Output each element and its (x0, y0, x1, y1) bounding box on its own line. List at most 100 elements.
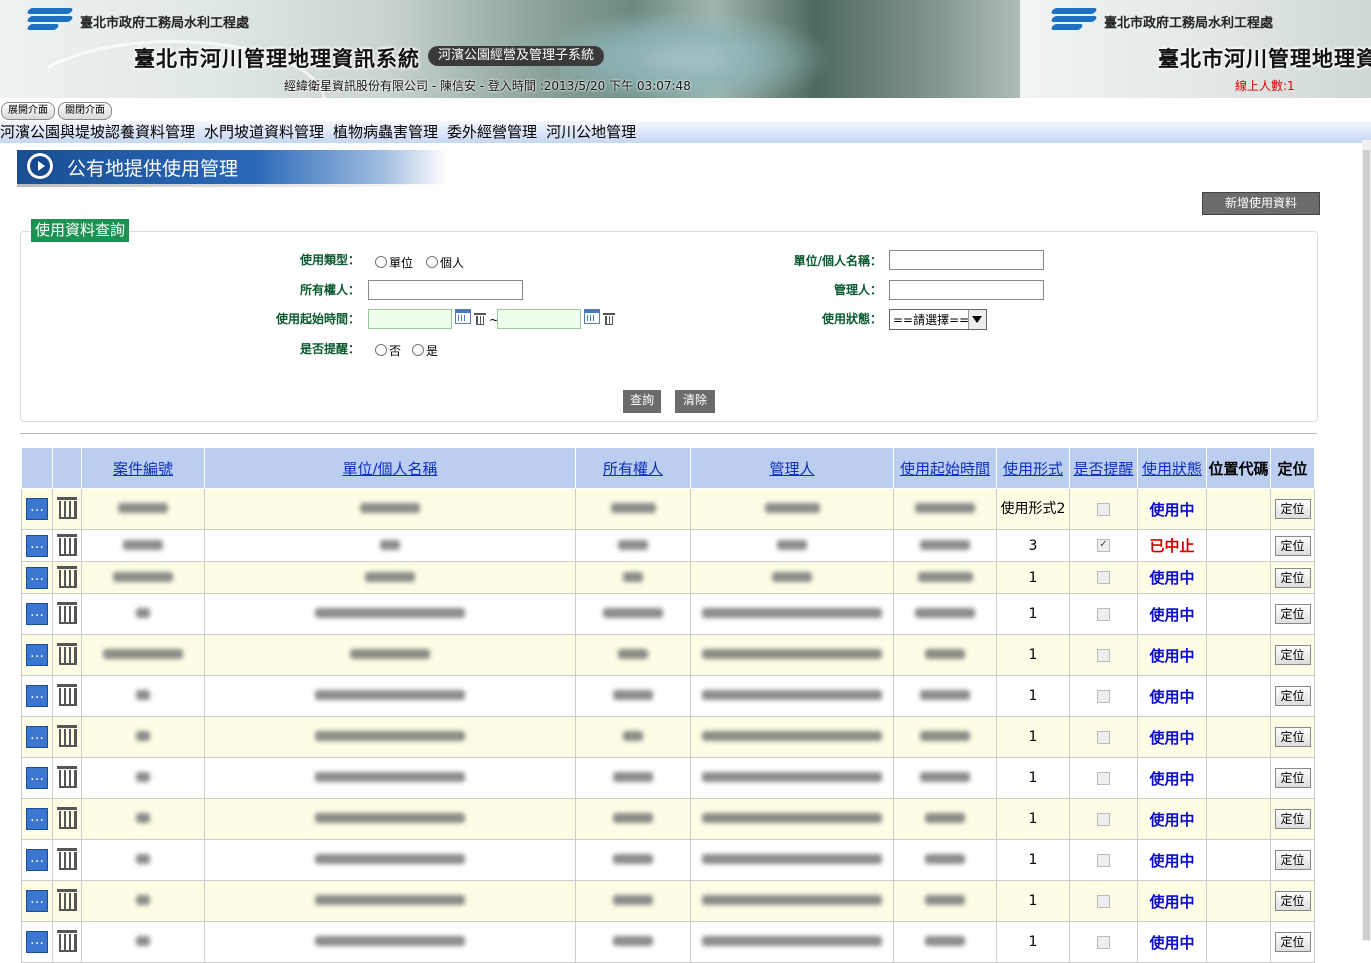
trash-icon[interactable] (56, 641, 78, 665)
trash-icon[interactable] (56, 600, 78, 624)
login-info: 經緯衛星資訊股份有限公司 - 陳信安 - 登入時間 :2013/5/20 下午 … (284, 79, 691, 93)
clear-button[interactable]: 清除 (675, 390, 715, 413)
locate-button[interactable]: 定位 (1274, 850, 1311, 870)
calendar-icon[interactable] (584, 309, 600, 324)
delete-cell (52, 716, 82, 758)
case-no-cell (81, 593, 205, 635)
collapse-ui-button[interactable]: 關閉介面 (58, 102, 112, 120)
start-time-cell (893, 839, 997, 881)
col-manager[interactable]: 管理人 (690, 447, 894, 489)
menu-item-park-adoption[interactable]: 河濱公園與堤坡認養資料管理 (0, 121, 195, 143)
remind-radio-no[interactable]: 否 (375, 342, 401, 359)
trash-icon[interactable] (56, 564, 78, 588)
form-cell: 1 (996, 716, 1070, 758)
remind-cell (1069, 634, 1138, 676)
clear-date-icon[interactable] (603, 313, 615, 325)
more-icon[interactable]: … (26, 644, 48, 666)
more-icon[interactable]: … (26, 534, 48, 557)
more-icon[interactable]: … (26, 685, 48, 707)
more-icon[interactable]: … (26, 603, 48, 625)
expand-ui-button[interactable]: 展開介面 (1, 102, 55, 120)
manager-input[interactable] (889, 280, 1044, 300)
locate-button[interactable]: 定位 (1274, 932, 1311, 952)
col-name[interactable]: 單位/個人名稱 (204, 447, 576, 489)
locate-button[interactable]: 定位 (1274, 809, 1311, 829)
name-input[interactable] (889, 250, 1044, 270)
locate-button[interactable]: 定位 (1274, 891, 1311, 911)
col-owner[interactable]: 所有權人 (575, 447, 691, 489)
trash-icon[interactable] (56, 723, 78, 747)
edit-cell: … (21, 593, 53, 635)
start-date-to[interactable] (497, 309, 581, 329)
name-cell (204, 593, 576, 635)
delete-cell (52, 798, 82, 840)
more-icon[interactable]: … (26, 726, 48, 748)
col-delete (52, 447, 82, 489)
more-icon[interactable]: … (26, 566, 48, 589)
col-status[interactable]: 使用狀態 (1137, 447, 1207, 489)
locate-button[interactable]: 定位 (1274, 499, 1311, 519)
col-locate: 定位 (1270, 447, 1315, 489)
trash-icon[interactable] (56, 532, 78, 556)
menu-item-outsourcing[interactable]: 委外經營管理 (447, 121, 537, 143)
manager-cell (690, 561, 894, 594)
locate-button[interactable]: 定位 (1274, 645, 1311, 665)
locate-button[interactable]: 定位 (1274, 686, 1311, 706)
trash-icon[interactable] (56, 805, 78, 829)
more-icon[interactable]: … (26, 808, 48, 830)
trash-icon[interactable] (56, 495, 78, 519)
clear-date-icon[interactable] (474, 313, 486, 325)
locate-button[interactable]: 定位 (1274, 567, 1311, 588)
col-case-no[interactable]: 案件編號 (81, 447, 205, 489)
locate-button[interactable]: 定位 (1274, 604, 1311, 624)
manager-cell (690, 921, 894, 963)
menu-item-river-public-land[interactable]: 河川公地管理 (546, 121, 636, 143)
col-form[interactable]: 使用形式 (996, 447, 1070, 489)
trash-icon[interactable] (56, 682, 78, 706)
owner-cell (575, 529, 691, 562)
more-icon[interactable]: … (26, 849, 48, 871)
locate-cell: 定位 (1270, 716, 1315, 758)
menu-item-water-gate[interactable]: 水門坡道資料管理 (204, 121, 324, 143)
start-time-cell (893, 798, 997, 840)
subsystem-badge: 河濱公園經營及管理子系統 (428, 46, 605, 66)
edit-cell: … (21, 839, 53, 881)
locate-button[interactable]: 定位 (1274, 768, 1311, 788)
trash-icon[interactable] (56, 846, 78, 870)
type-radio-unit[interactable]: 單位 (375, 254, 413, 271)
col-location-code: 位置代碼 (1206, 447, 1271, 489)
edit-cell: … (21, 798, 53, 840)
case-no-cell (81, 488, 205, 530)
chevron-down-icon[interactable] (968, 310, 986, 329)
table-header-row: 案件編號 單位/個人名稱 所有權人 管理人 使用起始時間 使用形式 是否提醒 使… (21, 447, 1315, 489)
col-start-time[interactable]: 使用起始時間 (893, 447, 997, 489)
menu-item-plant-pest[interactable]: 植物病蟲害管理 (333, 121, 438, 143)
trash-icon[interactable] (56, 764, 78, 788)
locate-button[interactable]: 定位 (1274, 535, 1311, 556)
calendar-icon[interactable] (455, 309, 471, 324)
status-cell: 使用中 (1137, 593, 1207, 635)
delete-cell (52, 675, 82, 717)
page-scrollbar[interactable] (1362, 140, 1371, 941)
col-remind[interactable]: 是否提醒 (1069, 447, 1138, 489)
more-icon[interactable]: … (26, 890, 48, 912)
type-radio-person[interactable]: 個人 (426, 254, 464, 271)
case-no-cell (81, 921, 205, 963)
manager-cell (690, 880, 894, 922)
add-usage-button[interactable]: 新增使用資料 (1202, 192, 1320, 215)
locate-button[interactable]: 定位 (1274, 727, 1311, 747)
trash-icon[interactable] (56, 887, 78, 911)
status-select[interactable]: ==請選擇== (889, 309, 987, 330)
more-icon[interactable]: … (26, 931, 48, 953)
status-cell: 使用中 (1137, 561, 1207, 594)
query-button[interactable]: 查詢 (623, 390, 661, 413)
more-icon[interactable]: … (26, 498, 48, 520)
owner-input[interactable] (368, 280, 523, 300)
trash-icon[interactable] (56, 928, 78, 952)
start-date-from[interactable] (368, 309, 452, 329)
remind-radio-yes[interactable]: 是 (412, 342, 438, 359)
location-code-cell (1206, 634, 1271, 676)
manager-cell (690, 488, 894, 530)
more-icon[interactable]: … (26, 767, 48, 789)
edit-cell: … (21, 716, 53, 758)
